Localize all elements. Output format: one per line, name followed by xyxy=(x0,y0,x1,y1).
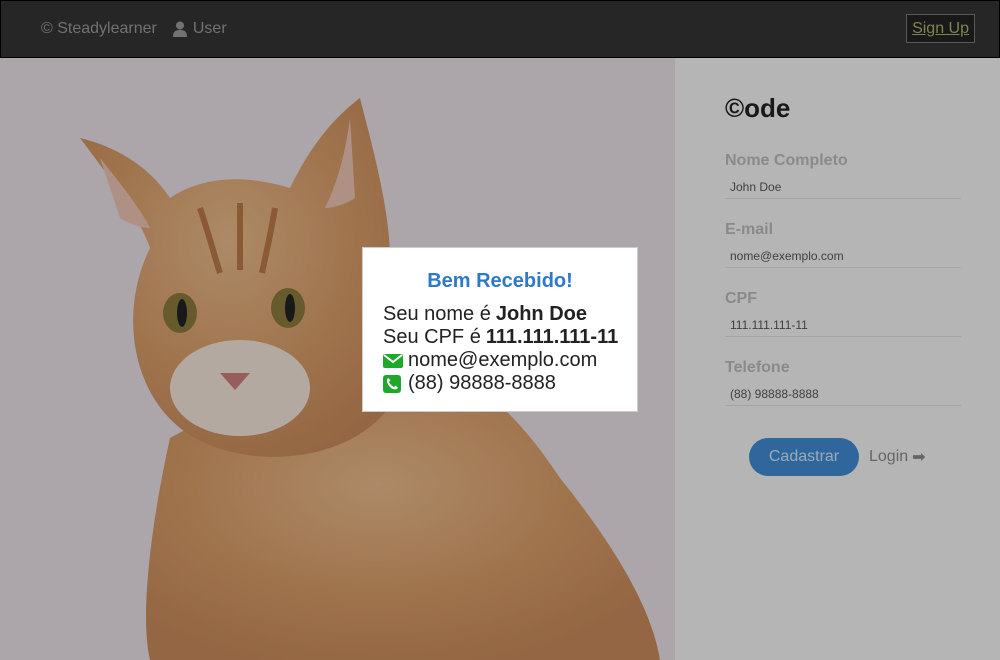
modal-title: Bem Recebido! xyxy=(427,270,573,292)
phone-value: (88) 98888-8888 xyxy=(408,372,556,394)
confirmation-modal: Bem Recebido! Seu nome é John Doe Seu CP… xyxy=(362,247,638,412)
cpf-value: 111.111.111-11 xyxy=(485,326,619,348)
name-value: John Doe xyxy=(495,303,587,325)
envelope-icon xyxy=(383,353,403,369)
cpf-prefix: Seu CPF é xyxy=(383,326,481,348)
modal-email-line: nome@exemplo.com xyxy=(383,349,617,372)
name-prefix: Seu nome é xyxy=(383,303,491,325)
phone-icon xyxy=(383,374,403,393)
email-value: nome@exemplo.com xyxy=(408,349,598,371)
modal-cpf-line: Seu CPF é 111.111.111-11 xyxy=(383,326,619,349)
modal-phone-line: (88) 98888-8888 xyxy=(383,372,617,395)
modal-name-line: Seu nome é John Doe xyxy=(383,303,617,326)
